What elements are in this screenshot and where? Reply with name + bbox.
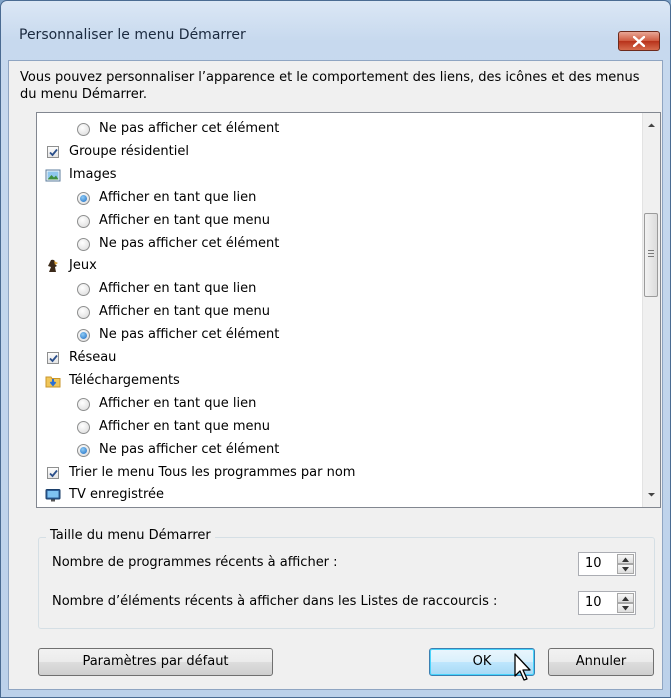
group-title: Taille du menu Démarrer bbox=[46, 528, 215, 543]
checkmark-icon bbox=[49, 148, 58, 157]
option-label: Téléchargements bbox=[69, 372, 180, 388]
title-bar[interactable]: Personnaliser le menu Démarrer bbox=[1, 1, 670, 51]
scrollbar-thumb[interactable] bbox=[644, 213, 658, 297]
checkbox[interactable] bbox=[47, 145, 59, 158]
radio-button[interactable] bbox=[77, 329, 90, 343]
arrow-down-icon bbox=[622, 567, 629, 572]
scroll-up-arrow-icon[interactable] bbox=[647, 121, 656, 130]
radio-button[interactable] bbox=[77, 443, 90, 457]
recent-programs-decrement[interactable] bbox=[617, 564, 634, 574]
radio-button[interactable] bbox=[77, 420, 90, 434]
option-label: Réseau bbox=[69, 350, 117, 365]
scroll-down-arrow-icon[interactable] bbox=[647, 490, 656, 499]
option-label: Afficher en tant que menu bbox=[99, 304, 270, 320]
recent-programs-value[interactable]: 10 bbox=[585, 556, 602, 571]
checkbox[interactable] bbox=[47, 466, 59, 479]
radio-button[interactable] bbox=[77, 397, 90, 411]
games-icon bbox=[45, 258, 61, 274]
option-label: Ne pas afficher cet élément bbox=[99, 235, 280, 251]
options-listbox[interactable]: Ne pas afficher cet élément Groupe réside… bbox=[36, 112, 661, 508]
checkbox[interactable] bbox=[47, 352, 59, 364]
option-label: Afficher en tant que lien bbox=[99, 189, 257, 205]
option-label: Afficher en tant que menu bbox=[99, 212, 270, 228]
close-icon bbox=[633, 36, 645, 47]
downloads-folder-icon bbox=[45, 373, 61, 389]
arrow-down-icon bbox=[622, 606, 629, 611]
radio-button[interactable] bbox=[77, 214, 90, 228]
radio-button[interactable] bbox=[77, 306, 90, 320]
close-button[interactable] bbox=[618, 31, 660, 51]
radio-button[interactable] bbox=[77, 237, 90, 251]
pictures-icon bbox=[45, 167, 61, 183]
vertical-scrollbar[interactable] bbox=[642, 113, 660, 507]
recent-programs-stepper[interactable]: 10 bbox=[578, 552, 636, 576]
option-label: Images bbox=[69, 166, 117, 182]
checkmark-icon bbox=[49, 469, 58, 477]
recent-programs-label: Nombre de programmes récents à afficher … bbox=[52, 555, 338, 570]
option-label: Groupe résidentiel bbox=[69, 143, 189, 159]
recorded-tv-icon bbox=[45, 487, 61, 503]
start-menu-size-group bbox=[38, 537, 655, 629]
intro-text: Vous pouvez personnaliser l’apparence et… bbox=[20, 70, 640, 102]
checkmark-icon bbox=[49, 354, 58, 363]
jump-list-items-decrement[interactable] bbox=[617, 603, 634, 613]
radio-button[interactable] bbox=[77, 283, 90, 297]
option-label: Trier le menu Tous les programmes par no… bbox=[69, 464, 356, 480]
defaults-button[interactable]: Paramètres par défaut bbox=[38, 648, 273, 676]
arrow-up-icon bbox=[622, 596, 629, 601]
cancel-button[interactable]: Annuler bbox=[548, 648, 654, 676]
radio-button[interactable] bbox=[77, 191, 90, 205]
radio-button[interactable] bbox=[77, 123, 90, 136]
option-label: Ne pas afficher cet élément bbox=[99, 441, 280, 457]
jump-list-items-stepper[interactable]: 10 bbox=[578, 591, 636, 615]
option-label: Afficher en tant que lien bbox=[99, 395, 257, 411]
jump-list-items-label: Nombre d’éléments récents à afficher dan… bbox=[52, 594, 498, 609]
arrow-up-icon bbox=[622, 557, 629, 562]
option-label: TV enregistrée bbox=[69, 487, 165, 503]
recent-programs-increment[interactable] bbox=[617, 554, 634, 564]
option-label: Jeux bbox=[69, 258, 97, 274]
option-label: Afficher en tant que menu bbox=[99, 418, 270, 434]
window-title: Personnaliser le menu Démarrer bbox=[19, 27, 246, 43]
jump-list-items-value[interactable]: 10 bbox=[585, 595, 602, 610]
option-label: Ne pas afficher cet élément bbox=[99, 327, 280, 343]
jump-list-items-increment[interactable] bbox=[617, 593, 634, 603]
option-label: Ne pas afficher cet élément bbox=[99, 121, 280, 136]
option-label: Afficher en tant que lien bbox=[99, 281, 257, 297]
mouse-pointer-icon bbox=[514, 653, 531, 681]
